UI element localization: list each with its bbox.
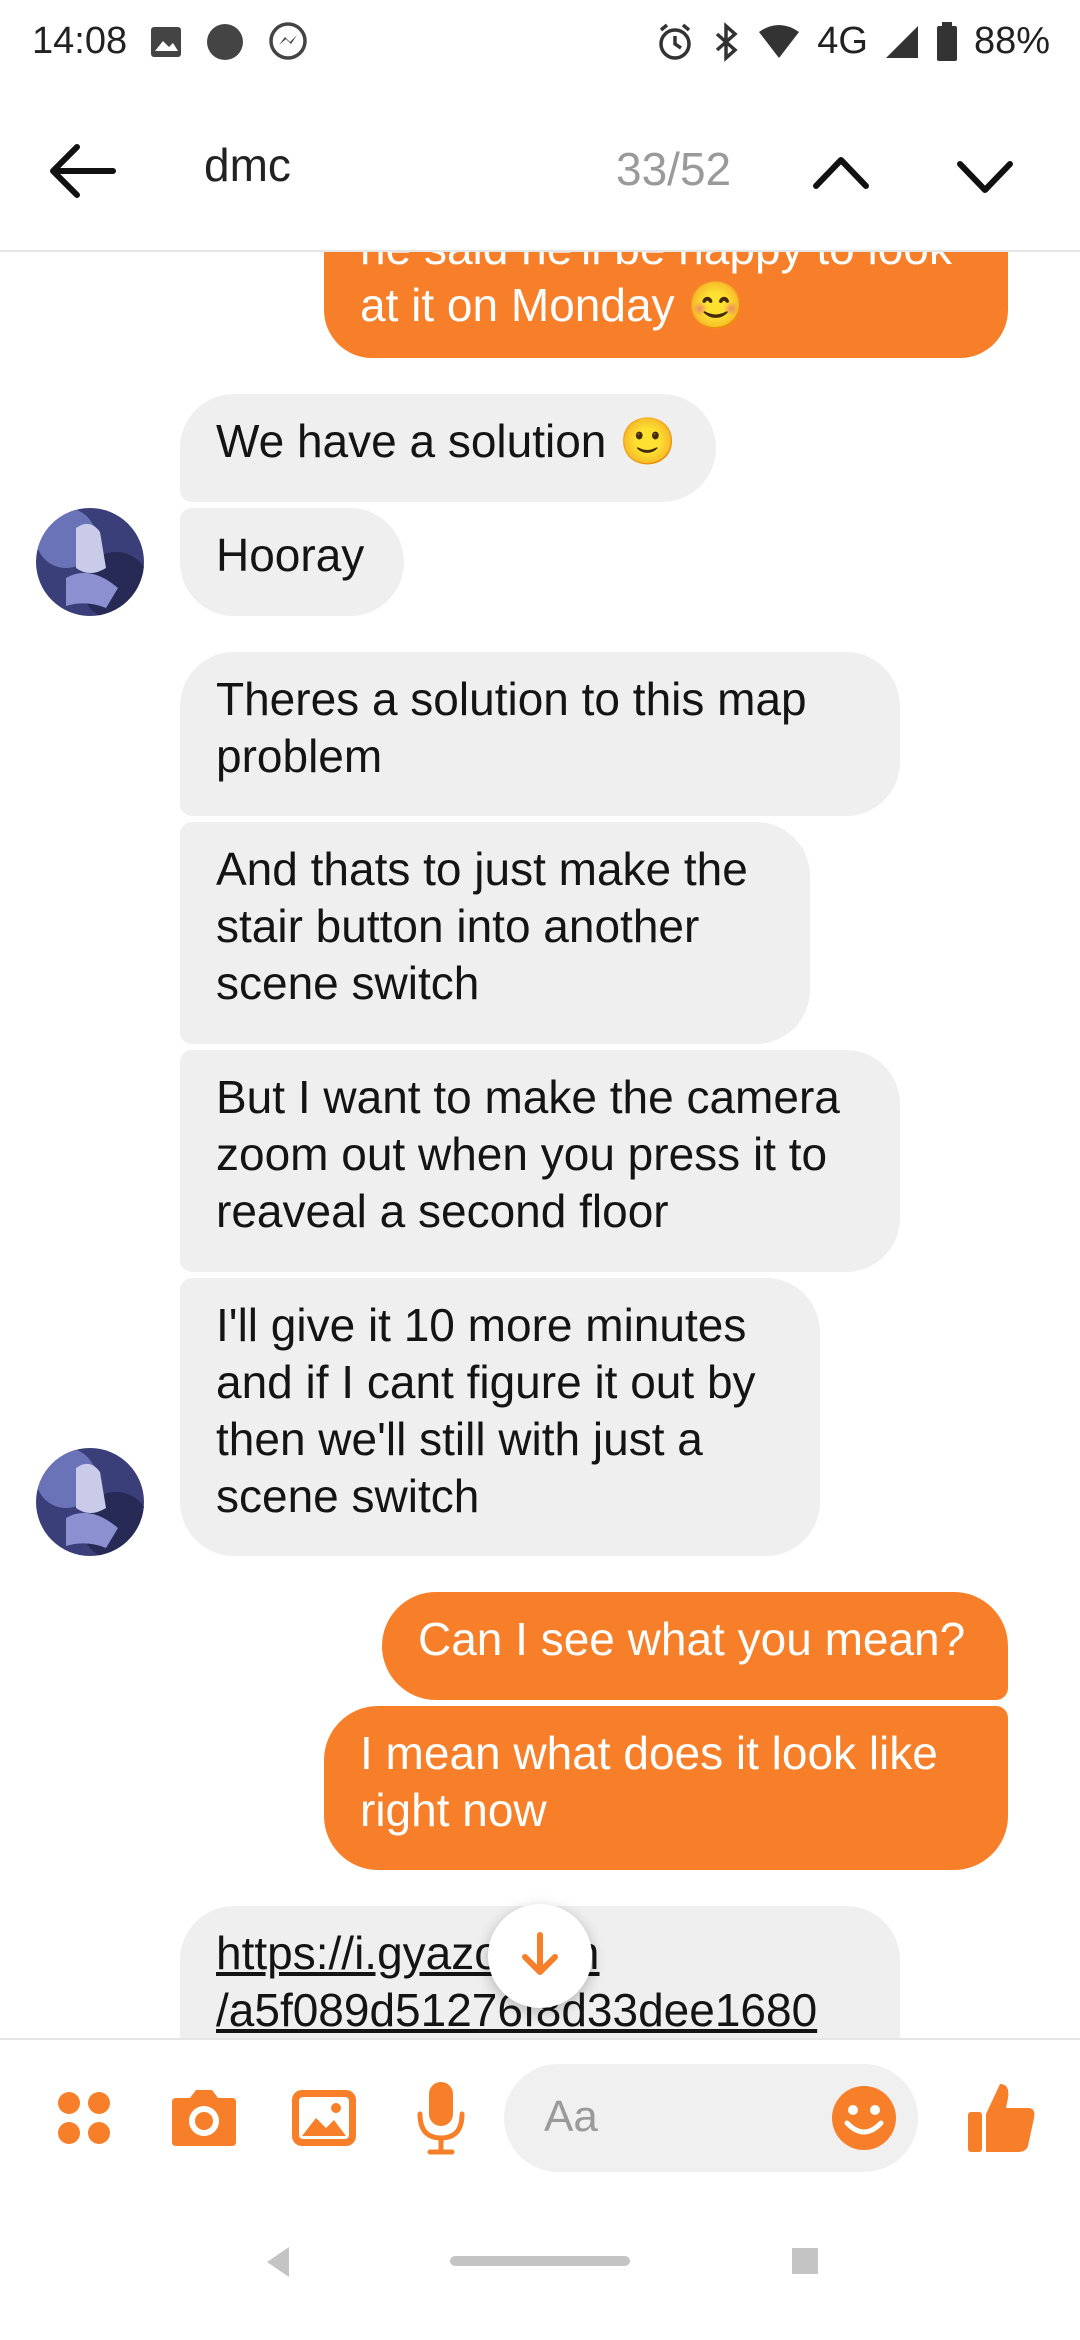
emoji-icon[interactable]	[830, 2084, 898, 2152]
message-text-line: scene switch	[216, 1470, 480, 1522]
message-thread: he said he'll be happy to look at it on …	[0, 252, 1080, 2038]
more-apps-icon[interactable]	[52, 2086, 116, 2150]
search-in-conversation-header: dmc 33/52	[0, 90, 1080, 252]
signal-icon	[884, 24, 920, 60]
message-text-line: And thats to just make the	[216, 843, 748, 895]
message-bubble-incoming[interactable]: I'll give it 10 more minutes and if I ca…	[180, 1278, 820, 1556]
circle-notification-icon	[205, 22, 245, 62]
gallery-icon[interactable]	[286, 2080, 362, 2156]
system-navigation-bar	[0, 2198, 1080, 2340]
microphone-icon[interactable]	[406, 2076, 476, 2160]
status-bar: 14:08 4G 88%	[0, 0, 1080, 90]
message-text-line: Theres a solution to this map	[216, 673, 807, 725]
avatar[interactable]	[36, 508, 144, 616]
message-text-line: at it on Monday 😊	[360, 279, 745, 331]
message-text-line: problem	[216, 730, 383, 782]
message-bubble-incoming[interactable]: We have a solution 🙂	[180, 394, 716, 502]
chevron-up-icon[interactable]	[806, 142, 876, 202]
scroll-to-bottom-button[interactable]	[488, 1904, 592, 2008]
avatar[interactable]	[36, 1448, 144, 1556]
scroll-down-arrow-icon	[515, 1929, 565, 1984]
gallery-notification-icon	[149, 25, 183, 59]
battery-level: 88%	[973, 20, 1050, 62]
thumbs-up-icon[interactable]	[962, 2076, 1042, 2160]
nav-back-icon[interactable]	[258, 2242, 298, 2282]
message-text-line: stair button into another	[216, 900, 700, 952]
message-text-line: then we'll still with just a	[216, 1413, 703, 1465]
message-input-placeholder: Aa	[544, 2092, 598, 2141]
search-result-counter: 33/52	[616, 143, 732, 195]
chevron-down-icon[interactable]	[950, 148, 1020, 208]
message-bubble-incoming[interactable]: And thats to just make the stair button …	[180, 822, 810, 1044]
message-text-line: I mean what does it look like	[360, 1727, 938, 1779]
message-text-line: right now	[360, 1784, 547, 1836]
status-time: 14:08	[32, 20, 128, 62]
message-text-line: reaveal a second floor	[216, 1185, 669, 1237]
message-text-line: scene switch	[216, 957, 480, 1009]
message-bubble-incoming[interactable]: But I want to make the camera zoom out w…	[180, 1050, 900, 1272]
message-bubble-outgoing[interactable]: Can I see what you mean?	[382, 1592, 1008, 1700]
message-text: We have a solution 🙂	[216, 415, 677, 467]
message-input[interactable]: Aa	[504, 2064, 918, 2172]
wifi-icon	[757, 24, 801, 60]
nav-recents-icon[interactable]	[792, 2248, 818, 2274]
message-bubble-incoming[interactable]: Hooray	[180, 508, 404, 616]
message-text: Can I see what you mean?	[418, 1613, 966, 1665]
message-text-line: zoom out when you press it to	[216, 1128, 828, 1180]
message-text-line: he said he'll be happy to look	[360, 252, 972, 277]
message-bubble-outgoing[interactable]: I mean what does it look like right now	[324, 1706, 1008, 1870]
search-query[interactable]: dmc	[204, 138, 291, 192]
message-bubble-incoming[interactable]: Theres a solution to this map problem	[180, 652, 900, 816]
bluetooth-icon	[711, 21, 741, 62]
nav-home-pill[interactable]	[450, 2256, 630, 2266]
message-composer: Aa	[0, 2038, 1080, 2198]
message-text-line: But I want to make the camera	[216, 1071, 840, 1123]
alarm-icon	[655, 22, 695, 62]
messenger-notification-icon	[267, 21, 309, 63]
camera-icon[interactable]	[166, 2080, 242, 2156]
network-type: 4G	[817, 20, 868, 62]
message-text-line: I'll give it 10 more minutes	[216, 1299, 747, 1351]
message-text: Hooray	[216, 529, 365, 581]
message-text-line: and if I cant figure it out by	[216, 1356, 756, 1408]
message-bubble-outgoing[interactable]: he said he'll be happy to look at it on …	[324, 252, 1008, 358]
battery-icon	[936, 21, 958, 62]
back-arrow-icon[interactable]	[42, 136, 122, 206]
